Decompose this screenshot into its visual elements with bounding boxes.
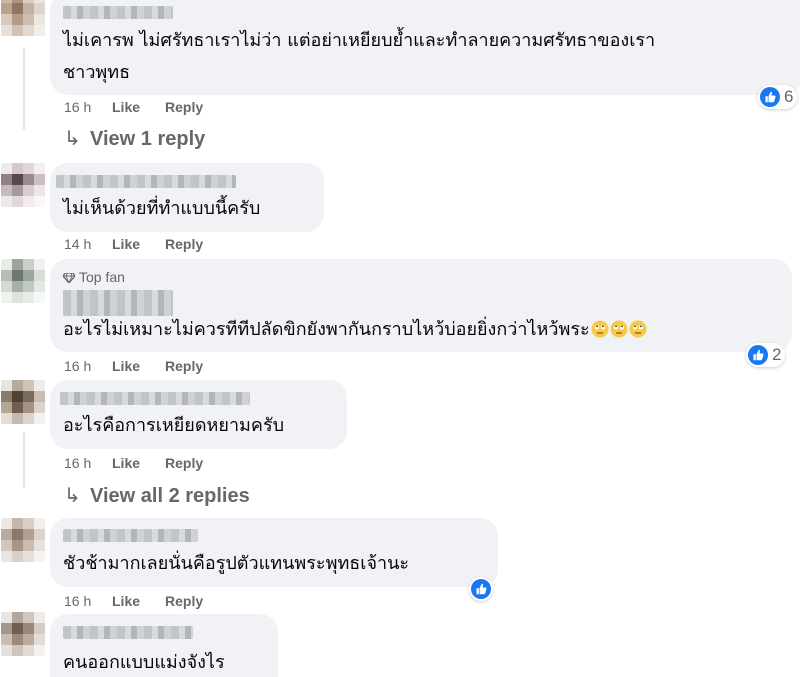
comment-time[interactable]: 16 h	[64, 358, 112, 374]
comment-bubble: Top fan อะไรไม่เหมาะไม่ควรทีทีปลัดขิกยัง…	[50, 259, 792, 352]
rolling-eyes-emoji	[629, 320, 647, 338]
comment-bubble: ชัวช้ามากเลยนั่นคือรูปตัวแทนพระพุทธเจ้าน…	[50, 518, 498, 587]
avatar[interactable]	[1, 518, 45, 562]
comment-actions: 16 h Like Reply	[64, 593, 203, 609]
commenter-name-redacted[interactable]	[63, 290, 173, 316]
comment-text: ชัวช้ามากเลยนั่นคือรูปตัวแทนพระพุทธเจ้าน…	[63, 553, 410, 574]
comment-actions: 16 h Like Reply	[64, 99, 203, 115]
reaction-count[interactable]	[469, 577, 493, 601]
commenter-name-redacted[interactable]	[63, 626, 193, 639]
avatar[interactable]	[1, 0, 45, 36]
commenter-name-redacted[interactable]	[60, 392, 250, 405]
reaction-count[interactable]: 2	[746, 343, 786, 367]
reaction-count[interactable]: 6	[758, 85, 798, 109]
view-replies-link[interactable]: ↳ View all 2 replies	[64, 483, 250, 508]
diamond-icon	[63, 273, 75, 283]
commenter-name-redacted[interactable]	[56, 175, 236, 188]
comment-time[interactable]: 16 h	[64, 455, 112, 471]
avatar[interactable]	[1, 163, 45, 207]
rolling-eyes-emoji	[610, 320, 628, 338]
comment-actions: 16 h Like Reply	[64, 358, 203, 374]
comment-text: ชาวพุทธ	[63, 62, 131, 83]
comment-text: ไม่เคารพ ไม่ศรัทธาเราไม่ว่า แต่อย่าเหยีย…	[63, 30, 656, 51]
thumbs-up-icon	[748, 345, 768, 365]
thumbs-up-icon	[471, 579, 491, 599]
rolling-eyes-emoji	[591, 320, 609, 338]
reply-button[interactable]: Reply	[165, 358, 203, 374]
comment-text: คนออกแบบแม่งจังไร	[63, 652, 225, 673]
reply-button[interactable]: Reply	[165, 236, 203, 252]
comment-bubble: ไม่เคารพ ไม่ศรัทธาเราไม่ว่า แต่อย่าเหยีย…	[50, 0, 800, 95]
reply-button[interactable]: Reply	[165, 99, 203, 115]
comment-bubble: อะไรคือการเหยียดหยามครับ	[50, 380, 347, 449]
thread-line	[23, 432, 25, 488]
top-fan-badge: Top fan	[63, 269, 125, 285]
commenter-name-redacted[interactable]	[63, 6, 173, 19]
avatar[interactable]	[1, 380, 45, 424]
comment-time[interactable]: 16 h	[64, 99, 112, 115]
like-button[interactable]: Like	[112, 455, 165, 471]
view-replies-label: View all 2 replies	[90, 485, 250, 507]
avatar[interactable]	[1, 612, 45, 656]
comment-actions: 14 h Like Reply	[64, 236, 203, 252]
view-replies-link[interactable]: ↳ View 1 reply	[64, 126, 205, 151]
like-button[interactable]: Like	[112, 99, 165, 115]
like-button[interactable]: Like	[112, 593, 165, 609]
reply-button[interactable]: Reply	[165, 455, 203, 471]
comment-text: ไม่เห็นด้วยที่ทำแบบนี้ครับ	[63, 198, 261, 219]
thumbs-up-icon	[760, 87, 780, 107]
reply-button[interactable]: Reply	[165, 593, 203, 609]
comment-time[interactable]: 14 h	[64, 236, 112, 252]
like-button[interactable]: Like	[112, 358, 165, 374]
comment-actions: 16 h Like Reply	[64, 455, 203, 471]
reply-arrow-icon: ↳	[64, 485, 81, 507]
avatar[interactable]	[1, 259, 45, 303]
comment-bubble: ไม่เห็นด้วยที่ทำแบบนี้ครับ	[50, 163, 324, 232]
like-button[interactable]: Like	[112, 236, 165, 252]
comment-text-body: อะไรไม่เหมาะไม่ควรทีทีปลัดขิกยังพากันกรา…	[63, 319, 590, 340]
reply-arrow-icon: ↳	[64, 128, 81, 150]
view-replies-label: View 1 reply	[90, 128, 206, 150]
thread-line	[23, 48, 25, 130]
comment-time[interactable]: 16 h	[64, 593, 112, 609]
comment-bubble: คนออกแบบแม่งจังไร	[50, 614, 278, 677]
comment-text: อะไรไม่เหมาะไม่ควรทีทีปลัดขิกยังพากันกรา…	[63, 314, 647, 346]
commenter-name-redacted[interactable]	[63, 529, 198, 542]
reaction-count-value: 6	[784, 87, 794, 106]
top-fan-label: Top fan	[79, 269, 125, 285]
reaction-count-value: 2	[772, 345, 782, 364]
comment-text: อะไรคือการเหยียดหยามครับ	[63, 415, 285, 436]
